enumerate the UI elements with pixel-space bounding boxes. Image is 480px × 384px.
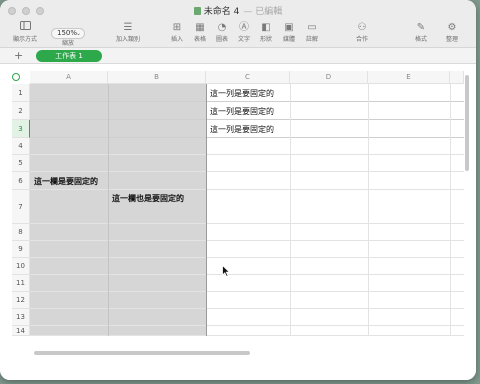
zoom-select[interactable]: 150% ⌄ — [51, 28, 85, 39]
row-gridline — [30, 257, 464, 258]
row-header-14[interactable]: 14 — [12, 326, 30, 336]
sidebar-icon — [8, 20, 42, 35]
column-header-partial — [450, 71, 464, 84]
row-gridline — [30, 101, 464, 102]
format-label: 格式 — [414, 36, 427, 43]
cell-a6[interactable]: 這一欄是要固定的 — [34, 176, 98, 187]
sheet-tab-bar: + 工作表 1 — [0, 48, 476, 64]
column-header-c[interactable]: C — [206, 71, 290, 84]
row-gridline — [30, 240, 464, 241]
row-header-3[interactable]: 3 — [12, 120, 30, 138]
column-gridline — [450, 84, 451, 336]
add-category-button[interactable]: ☰ 加入類別 — [108, 20, 148, 48]
cell-c1[interactable]: 這一列是要固定的 — [210, 88, 274, 99]
row-header-10[interactable]: 10 — [12, 258, 30, 275]
mouse-pointer-icon — [222, 262, 231, 278]
horizontal-scrollbar[interactable] — [34, 351, 250, 355]
row-header-5[interactable]: 5 — [12, 155, 30, 172]
row-header-8[interactable]: 8 — [12, 224, 30, 241]
row-gridline — [30, 189, 464, 190]
column-header-a[interactable]: A — [30, 71, 108, 84]
add-category-label: 加入類別 — [115, 36, 140, 43]
select-table-handle[interactable] — [12, 73, 20, 81]
comment-button[interactable]: ▭ 註解 — [295, 20, 329, 48]
organize-label: 整理 — [445, 36, 458, 43]
collaborate-icon: ⚇ — [357, 22, 367, 33]
format-button[interactable]: ✎ 格式 — [404, 20, 438, 48]
edited-status: — 已編輯 — [243, 7, 283, 17]
list-icon: ☰ — [123, 22, 133, 33]
table-grid[interactable]: A B C D E 1 2 3 4 5 6 7 8 9 10 11 12 13 14 這一列是要固定的 這一列是要固定的… — [0, 65, 476, 380]
collaborate-label: 合作 — [355, 36, 368, 43]
organize-icon: ⚙ — [447, 22, 457, 33]
cell-b7[interactable]: 這一欄也是要固定的 — [112, 193, 184, 204]
row-header-4[interactable]: 4 — [12, 138, 30, 155]
frozen-column-divider — [206, 84, 207, 336]
window-title: 未命名 4— 已編輯 — [0, 4, 476, 17]
row-gridline — [30, 274, 464, 275]
organize-button[interactable]: ⚙ 整理 — [435, 20, 469, 48]
row-gridline — [30, 119, 464, 120]
document-icon — [193, 7, 201, 15]
comment-label: 註解 — [305, 36, 318, 43]
comment-icon: ▭ — [307, 22, 317, 33]
row-gridline — [30, 335, 464, 336]
row-header-12[interactable]: 12 — [12, 292, 30, 309]
cell-c3[interactable]: 這一列是要固定的 — [210, 124, 274, 135]
vertical-scrollbar[interactable] — [465, 75, 469, 171]
chevron-down-icon: ⌄ — [75, 30, 81, 37]
row-gridline — [30, 154, 464, 155]
cell-c2[interactable]: 這一列是要固定的 — [210, 106, 274, 117]
row-gridline — [30, 291, 464, 292]
column-gridline — [108, 84, 109, 336]
row-header-6[interactable]: 6 — [12, 172, 30, 190]
frozen-columns-fill — [30, 84, 206, 336]
row-header-2[interactable]: 2 — [12, 102, 30, 120]
row-header-7[interactable]: 7 — [12, 190, 30, 224]
row-gridline — [30, 308, 464, 309]
column-header-b[interactable]: B — [108, 71, 206, 84]
row-header-9[interactable]: 9 — [12, 241, 30, 258]
column-header-e[interactable]: E — [368, 71, 450, 84]
row-gridline — [30, 137, 464, 138]
document-title[interactable]: 未命名 4 — [204, 7, 240, 17]
collaborate-button[interactable]: ⚇ 合作 — [345, 20, 379, 48]
zoom-label: 縮放 — [61, 40, 74, 47]
column-gridline — [290, 84, 291, 336]
column-gridline — [368, 84, 369, 336]
row-header-1[interactable]: 1 — [12, 84, 30, 102]
row-gridline — [30, 171, 464, 172]
row-gridline — [30, 325, 464, 326]
row-header-13[interactable]: 13 — [12, 309, 30, 326]
row-header-11[interactable]: 11 — [12, 275, 30, 292]
row-gridline — [30, 223, 464, 224]
column-header-d[interactable]: D — [290, 71, 368, 84]
title-bar: 未命名 4— 已編輯 — [0, 0, 476, 20]
zoom-value: 150% — [57, 29, 78, 37]
add-sheet-button[interactable]: + — [14, 49, 23, 62]
view-button[interactable]: 顯示方式 — [8, 20, 42, 48]
numbers-window: 未命名 4— 已編輯 顯示方式 150% ⌄ 縮放 ☰ 加入類別 ⊞ 插入 ▦ 表… — [0, 0, 476, 380]
tab-sheet-1[interactable]: 工作表 1 — [36, 50, 102, 62]
zoom-control[interactable]: 150% ⌄ 縮放 — [48, 20, 88, 48]
view-label: 顯示方式 — [12, 36, 37, 43]
toolbar: 顯示方式 150% ⌄ 縮放 ☰ 加入類別 ⊞ 插入 ▦ 表格 ◔ 圖表 Ⓐ 文字… — [0, 20, 476, 48]
paintbrush-icon: ✎ — [416, 22, 426, 33]
